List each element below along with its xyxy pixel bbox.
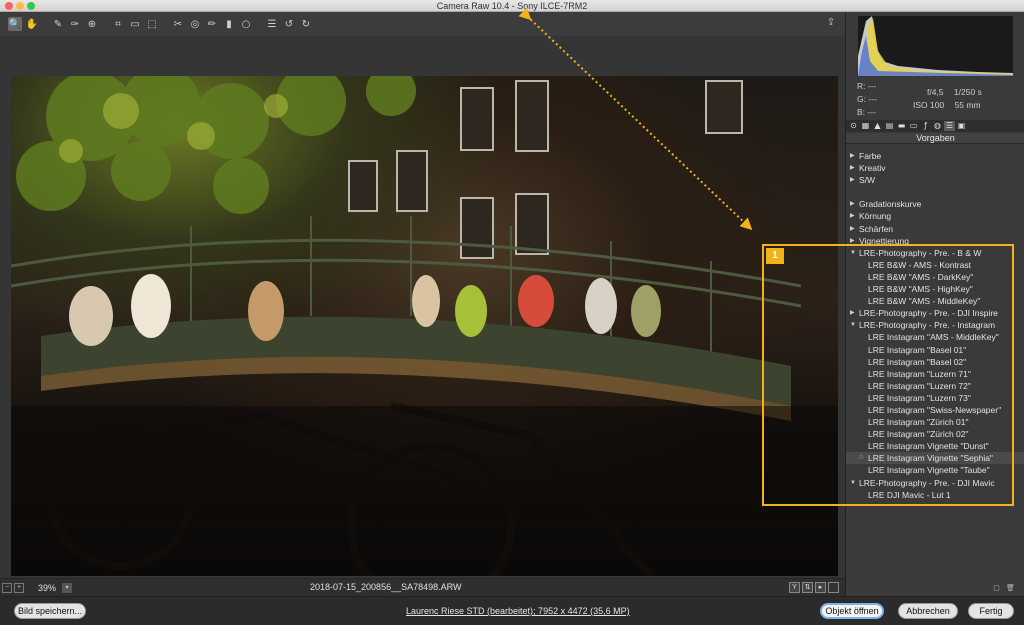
- spot-removal-tool-icon[interactable]: ✂: [171, 17, 185, 31]
- hand-tool-icon[interactable]: ✋: [25, 17, 39, 31]
- red-value: ---: [867, 81, 877, 91]
- tab-tone-curve-icon[interactable]: ▦: [860, 121, 871, 131]
- disclosure-collapsed-icon[interactable]: ▶: [850, 198, 858, 210]
- transform-tool-icon[interactable]: ⬚: [145, 17, 159, 31]
- preferences-tool-icon[interactable]: ☰: [265, 17, 279, 31]
- zoom-in-button[interactable]: +: [14, 582, 24, 593]
- delete-preset-icon[interactable]: 🗑: [1006, 584, 1015, 593]
- open-object-button[interactable]: Objekt öffnen: [820, 603, 884, 619]
- tab-detail-icon[interactable]: ▲: [872, 121, 883, 131]
- save-image-button[interactable]: Bild speichern...: [14, 603, 86, 619]
- preset-group[interactable]: ▶ Farbe: [846, 150, 1024, 162]
- tab-basic-icon[interactable]: ⊙: [848, 121, 859, 131]
- blue-value: ---: [867, 107, 876, 117]
- preset-group: [846, 186, 1024, 198]
- targeted-adjustment-tool-icon[interactable]: ⊕: [85, 17, 99, 31]
- window-title-bar: Camera Raw 10.4 - Sony ILCE-7RM2: [0, 0, 1024, 12]
- minimize-window-button[interactable]: [16, 2, 24, 10]
- zoom-tool-icon[interactable]: 🔍: [8, 17, 22, 31]
- zoom-out-button[interactable]: −: [2, 582, 12, 593]
- tab-calibration-icon[interactable]: ◍: [932, 121, 943, 131]
- rotate-left-tool-icon[interactable]: ↺: [282, 17, 296, 31]
- preset-group[interactable]: ▶ Schärfen: [846, 223, 1024, 235]
- disclosure-collapsed-icon[interactable]: ▶: [850, 174, 858, 186]
- red-eye-tool-icon[interactable]: ◎: [188, 17, 202, 31]
- before-after-toggle-button[interactable]: Y: [789, 582, 800, 593]
- aperture: f/4,5: [927, 87, 944, 97]
- disclosure-collapsed-icon[interactable]: ▶: [850, 210, 858, 222]
- preset-group[interactable]: ▶ S/W: [846, 174, 1024, 186]
- focal-length: 55 mm: [954, 100, 981, 110]
- tab-lens-icon[interactable]: ▭: [908, 121, 919, 131]
- photo-preview[interactable]: [11, 76, 838, 576]
- swap-settings-button[interactable]: ⇅: [802, 582, 813, 593]
- green-value: ---: [868, 94, 877, 104]
- color-sampler-tool-icon[interactable]: ✑: [68, 17, 82, 31]
- preset-label: Farbe: [859, 151, 882, 161]
- adjustment-brush-tool-icon[interactable]: ✏: [205, 17, 219, 31]
- tab-snapshots-icon[interactable]: ▣: [956, 121, 967, 131]
- disclosure-collapsed-icon[interactable]: ▶: [850, 223, 858, 235]
- preset-label: Schärfen: [859, 223, 894, 234]
- callout-badge: 1: [766, 248, 784, 264]
- preset-group[interactable]: ▶ Kreativ: [846, 162, 1024, 174]
- preset-label: Kreativ: [859, 163, 886, 174]
- histogram-graph: [858, 16, 1013, 76]
- graduated-filter-tool-icon[interactable]: ▮: [222, 17, 236, 31]
- rotate-right-tool-icon[interactable]: ↻: [299, 17, 313, 31]
- iso: ISO 100: [913, 100, 945, 110]
- export-icon[interactable]: ⇪: [824, 17, 838, 31]
- workflow-options-link[interactable]: Laurenc Riese STD (bearbeitet); 7952 x 4…: [406, 606, 630, 616]
- straighten-tool-icon[interactable]: ▭: [128, 17, 142, 31]
- tool-bar: 🔍 ✋ ✎ ✑ ⊕ ⌗ ▭ ⬚ ✂ ◎ ✏ ▮ ○ ☰ ↺ ↻: [0, 12, 845, 36]
- tab-presets-icon[interactable]: ☰: [944, 121, 955, 131]
- shutter-speed: 1/250 s: [953, 87, 982, 97]
- disclosure-collapsed-icon[interactable]: ▶: [850, 162, 858, 174]
- pixel-readout: R: --- G: --- B: --- f/4,5 1/250 s ISO 1…: [857, 81, 982, 117]
- preview-canvas[interactable]: [0, 36, 845, 578]
- preset-group[interactable]: ▶ Körnung: [846, 210, 1024, 222]
- white-balance-tool-icon[interactable]: ✎: [51, 17, 65, 31]
- preset-label: Körnung: [859, 211, 892, 222]
- zoom-level[interactable]: 39%: [38, 583, 56, 593]
- file-name: 2018-07-15_200856__SA78498.ARW: [310, 582, 462, 592]
- panel-footer: ▢ 🗑: [846, 582, 1024, 596]
- crop-tool-icon[interactable]: ⌗: [111, 17, 125, 31]
- bottom-bar: Bild speichern... Laurenc Riese STD (bea…: [0, 596, 1024, 625]
- tab-fx-icon[interactable]: ƒ: [920, 121, 931, 131]
- preset-group[interactable]: ▶ Gradationskurve: [846, 198, 1024, 210]
- window-title: Camera Raw 10.4 - Sony ILCE-7RM2: [436, 1, 588, 11]
- preset-label: Gradationskurve: [859, 199, 922, 210]
- tab-hsl-icon[interactable]: ▤: [884, 121, 895, 131]
- photo-drawing: [11, 76, 838, 576]
- done-button[interactable]: Fertig: [968, 603, 1014, 619]
- new-preset-icon[interactable]: ▢: [992, 584, 1001, 593]
- close-window-button[interactable]: [5, 2, 13, 10]
- panel-tab-bar: ⊙ ▦ ▲ ▤ ▬ ▭ ƒ ◍ ☰ ▣: [846, 120, 1024, 132]
- presets-panel-title: Vorgaben: [846, 133, 1024, 144]
- disclosure-collapsed-icon[interactable]: ▶: [850, 150, 858, 162]
- tab-split-toning-icon[interactable]: ▬: [896, 121, 907, 131]
- histogram: [858, 16, 1013, 76]
- copy-settings-button[interactable]: ▸: [815, 582, 826, 593]
- cancel-button[interactable]: Abbrechen: [898, 603, 958, 619]
- highlight-box: [762, 244, 1014, 506]
- zoom-dropdown-button[interactable]: ▾: [62, 582, 73, 593]
- preset-label: S/W: [859, 175, 876, 186]
- zoom-window-button[interactable]: [27, 2, 35, 10]
- status-bar: − + 39% ▾ 2018-07-15_200856__SA78498.ARW…: [0, 578, 845, 596]
- toggle-settings-button[interactable]: [828, 582, 839, 593]
- radial-filter-tool-icon[interactable]: ○: [239, 17, 253, 31]
